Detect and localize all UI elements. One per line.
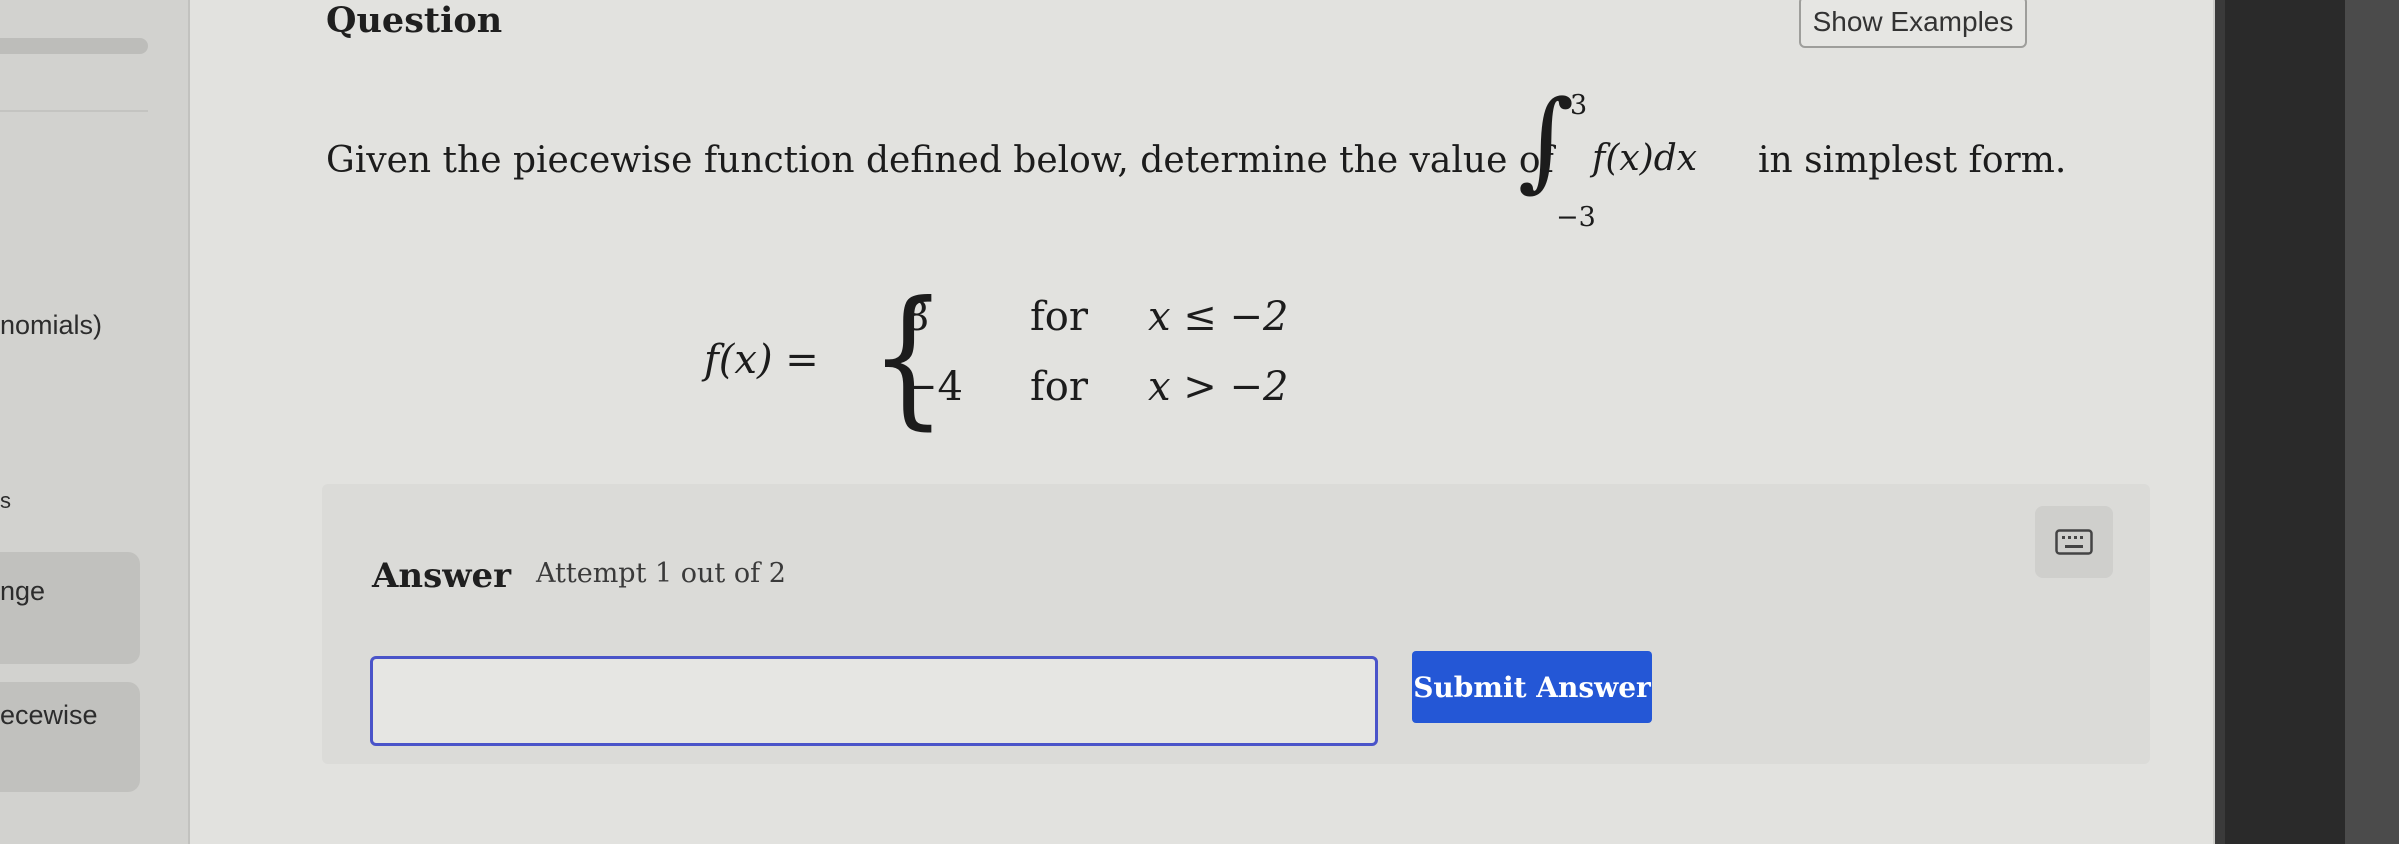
answer-title: Answer <box>372 556 512 596</box>
bezel-edge <box>2345 0 2399 844</box>
attempt-counter: Attempt 1 out of 2 <box>536 558 786 589</box>
device-bezel <box>2215 0 2399 844</box>
piece-2-for: for <box>1030 364 1089 410</box>
sidebar-item-ecewise[interactable]: ecewise <box>0 682 140 792</box>
piece-2-condition: x > −2 <box>1148 364 1289 410</box>
piece-1-for: for <box>1030 294 1089 340</box>
integral-expression: ∫ 3 −3 f(x)dx <box>1518 78 1748 234</box>
submit-answer-button[interactable]: Submit Answer <box>1412 651 1652 723</box>
keyboard-button[interactable] <box>2035 506 2113 578</box>
piece-1-value: 8 <box>904 294 930 340</box>
sidebar-item-nge[interactable]: nge <box>0 552 140 664</box>
question-prompt: Given the piecewise function defined bel… <box>326 140 1554 181</box>
function-lhs: f(x) = <box>704 337 819 383</box>
sidebar-item-s[interactable]: s <box>0 488 11 514</box>
sidebar-item-nomials[interactable]: nomials) <box>0 310 102 341</box>
sidebar-divider <box>0 110 148 112</box>
bezel-inner <box>2225 0 2345 844</box>
sidebar-item-label: ecewise <box>0 700 98 730</box>
sidebar-progress-bar <box>0 38 148 54</box>
show-examples-button[interactable]: Show Examples <box>1799 0 2027 48</box>
question-header: Question <box>326 0 503 41</box>
integral-upper-bound: 3 <box>1570 90 1588 121</box>
piece-2-value: −4 <box>904 364 963 410</box>
question-panel: Question Show Examples Given the piecewi… <box>190 0 2215 844</box>
integral-lower-bound: −3 <box>1556 202 1596 233</box>
answer-input[interactable] <box>370 656 1378 746</box>
sidebar-item-label: nge <box>0 576 46 606</box>
integral-sign: ∫ <box>1518 78 1575 203</box>
integrand: f(x)dx <box>1592 138 1698 179</box>
sidebar: nomials) s nge ecewise <box>0 0 190 844</box>
piece-1-condition: x ≤ −2 <box>1148 294 1289 340</box>
question-prompt-tail: in simplest form. <box>1758 140 2067 181</box>
keyboard-icon <box>2055 529 2093 555</box>
